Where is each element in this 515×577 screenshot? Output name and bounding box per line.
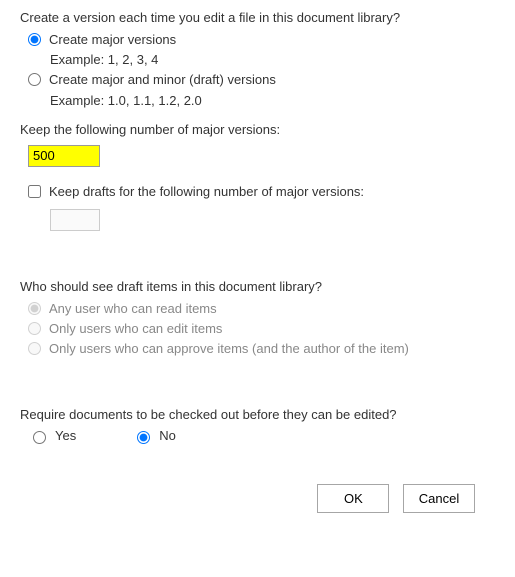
checkout-no-label: No xyxy=(159,428,176,443)
option-major-label: Create major versions xyxy=(49,31,176,49)
keep-major-label: Keep the following number of major versi… xyxy=(20,122,495,137)
option-major-row[interactable]: Create major versions xyxy=(28,31,495,49)
checkout-yes-label: Yes xyxy=(55,428,76,443)
radio-any-user xyxy=(28,302,41,315)
versioning-question: Create a version each time you edit a fi… xyxy=(20,10,495,25)
option-any-label: Any user who can read items xyxy=(49,300,217,318)
keep-major-input[interactable] xyxy=(28,145,100,167)
option-approve-label: Only users who can approve items (and th… xyxy=(49,340,409,358)
checkout-yes-row[interactable]: Yes xyxy=(28,428,76,444)
radio-edit-users xyxy=(28,322,41,335)
checkout-question: Require documents to be checked out befo… xyxy=(20,407,495,422)
option-minor-row[interactable]: Create major and minor (draft) versions xyxy=(28,71,495,89)
draft-security-question: Who should see draft items in this docum… xyxy=(20,279,495,294)
option-edit-row: Only users who can edit items xyxy=(28,320,495,338)
radio-minor-versions[interactable] xyxy=(28,73,41,86)
option-edit-label: Only users who can edit items xyxy=(49,320,222,338)
option-approve-row: Only users who can approve items (and th… xyxy=(28,340,495,358)
button-bar: OK Cancel xyxy=(20,484,495,513)
draft-security-section: Who should see draft items in this docum… xyxy=(20,279,495,359)
example-minor: Example: 1.0, 1.1, 1.2, 2.0 xyxy=(50,92,495,110)
example-major: Example: 1, 2, 3, 4 xyxy=(50,51,495,69)
radio-checkout-yes[interactable] xyxy=(33,431,46,444)
radio-checkout-no[interactable] xyxy=(137,431,150,444)
cancel-button[interactable]: Cancel xyxy=(403,484,475,513)
keep-drafts-row[interactable]: Keep drafts for the following number of … xyxy=(28,183,495,201)
checkbox-keep-drafts[interactable] xyxy=(28,185,41,198)
radio-approve-users xyxy=(28,342,41,355)
versioning-section: Create a version each time you edit a fi… xyxy=(20,10,495,231)
ok-button[interactable]: OK xyxy=(317,484,389,513)
radio-major-versions[interactable] xyxy=(28,33,41,46)
checkout-no-row[interactable]: No xyxy=(132,428,176,444)
option-minor-label: Create major and minor (draft) versions xyxy=(49,71,276,89)
keep-drafts-label: Keep drafts for the following number of … xyxy=(49,183,364,201)
checkout-section: Require documents to be checked out befo… xyxy=(20,407,495,444)
option-any-row: Any user who can read items xyxy=(28,300,495,318)
keep-drafts-input xyxy=(50,209,100,231)
